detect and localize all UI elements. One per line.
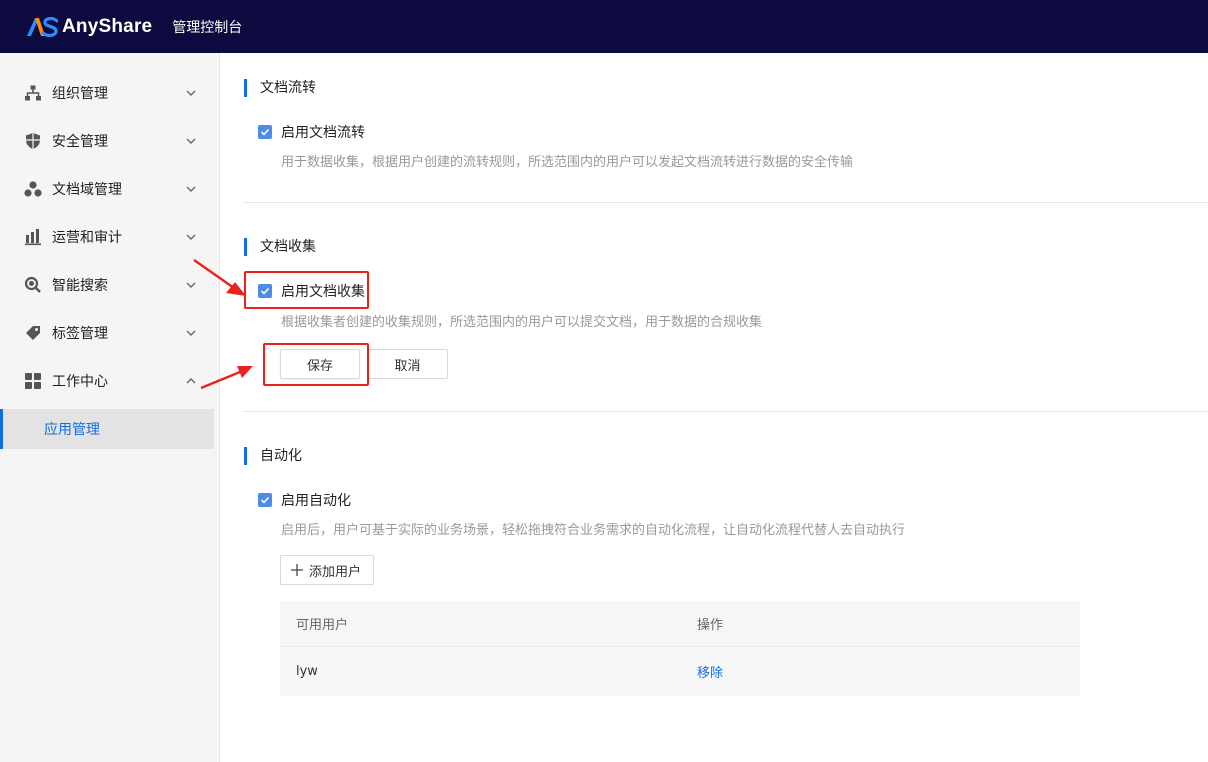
domain-cluster-icon	[24, 180, 42, 198]
doc-collect-description: 根据收集者创建的收集规则，所选范围内的用户可以提交文档，用于数据的合规收集	[281, 315, 763, 330]
sidebar-item-label: 安全管理	[52, 134, 108, 150]
checkbox-label: 启用文档收集	[281, 284, 365, 300]
sidebar-item-ops-audit[interactable]: 运营和审计	[0, 213, 220, 261]
doc-flow-description: 用于数据收集，根据用户创建的流转规则，所选范围内的用户可以发起文档流转进行数据的…	[281, 155, 854, 170]
top-bar: AnyShare 管理控制台	[0, 0, 1208, 53]
sidebar-item-label: 组织管理	[52, 86, 108, 102]
enable-doc-collect-checkbox[interactable]: 启用文档收集	[258, 281, 365, 301]
checkbox-checked-icon[interactable]	[258, 493, 272, 507]
sidebar-item-label: 运营和审计	[52, 230, 122, 246]
sidebar-item-org[interactable]: 组织管理	[0, 69, 220, 117]
remove-user-link[interactable]: 移除	[697, 662, 723, 681]
sidebar-item-label: 智能搜索	[52, 278, 108, 294]
chevron-down-icon	[186, 90, 196, 96]
logo[interactable]: AnyShare	[26, 16, 152, 38]
plus-icon	[291, 564, 303, 576]
available-users-table: 可用用户 操作 lyw 移除	[280, 601, 1080, 696]
checkbox-checked-icon[interactable]	[258, 284, 272, 298]
enable-doc-flow-checkbox[interactable]: 启用文档流转	[258, 122, 365, 142]
sidebar-item-smart-search[interactable]: 智能搜索	[0, 261, 220, 309]
cancel-button[interactable]: 取消	[367, 349, 448, 379]
sidebar-subitem-app-management[interactable]: 应用管理	[0, 409, 214, 449]
chevron-down-icon	[186, 282, 196, 288]
automation-description: 启用后，用户可基于实际的业务场景，轻松拖拽符合业务需求的自动化流程，让自动化流程…	[281, 523, 906, 538]
divider	[243, 202, 1208, 203]
org-tree-icon	[24, 84, 42, 102]
table-header: 可用用户 操作	[280, 601, 1080, 646]
section-title-doc-flow: 文档流转	[244, 79, 316, 97]
user-name-cell: lyw	[296, 664, 318, 679]
brand-name: AnyShare	[62, 15, 153, 37]
sidebar-item-work-center[interactable]: 工作中心	[0, 357, 220, 405]
grid-icon	[24, 372, 42, 390]
checkbox-checked-icon[interactable]	[258, 125, 272, 139]
search-icon	[24, 276, 42, 294]
anyshare-logo-icon	[27, 16, 58, 37]
section-title-doc-collect: 文档收集	[244, 238, 316, 256]
chevron-down-icon	[186, 234, 196, 240]
checkbox-label: 启用文档流转	[281, 125, 365, 141]
sidebar-item-security[interactable]: 安全管理	[0, 117, 220, 165]
divider	[243, 411, 1208, 412]
add-user-label: 添加用户	[309, 564, 362, 580]
sidebar-item-label: 标签管理	[52, 326, 108, 342]
sidebar-item-tags[interactable]: 标签管理	[0, 309, 220, 357]
main-content: 文档流转 启用文档流转 用于数据收集，根据用户创建的流转规则，所选范围内的用户可…	[221, 53, 1208, 762]
chevron-down-icon	[186, 138, 196, 144]
column-header-user: 可用用户	[296, 618, 349, 633]
enable-automation-checkbox[interactable]: 启用自动化	[258, 490, 351, 510]
chevron-up-icon	[186, 378, 196, 384]
checkbox-label: 启用自动化	[281, 493, 351, 509]
tag-icon	[24, 324, 42, 342]
sidebar-item-label: 文档域管理	[52, 182, 122, 198]
column-header-action: 操作	[697, 618, 724, 633]
sidebar-subitem-label: 应用管理	[44, 422, 100, 438]
sidebar-item-label: 工作中心	[52, 374, 108, 390]
shield-icon	[24, 132, 42, 150]
bar-chart-icon	[24, 228, 42, 246]
sidebar: 组织管理 安全管理 文档域管理 运营和审计 智能搜索 标签管理 工作中心 应用管…	[0, 53, 220, 762]
add-user-button[interactable]: 添加用户	[280, 555, 374, 585]
chevron-down-icon	[186, 186, 196, 192]
sidebar-item-doc-domain[interactable]: 文档域管理	[0, 165, 220, 213]
chevron-down-icon	[186, 330, 196, 336]
section-title-automation: 自动化	[244, 447, 302, 465]
console-title: 管理控制台	[172, 19, 243, 36]
save-button[interactable]: 保存	[280, 349, 360, 379]
table-row: lyw 移除	[280, 646, 1080, 696]
